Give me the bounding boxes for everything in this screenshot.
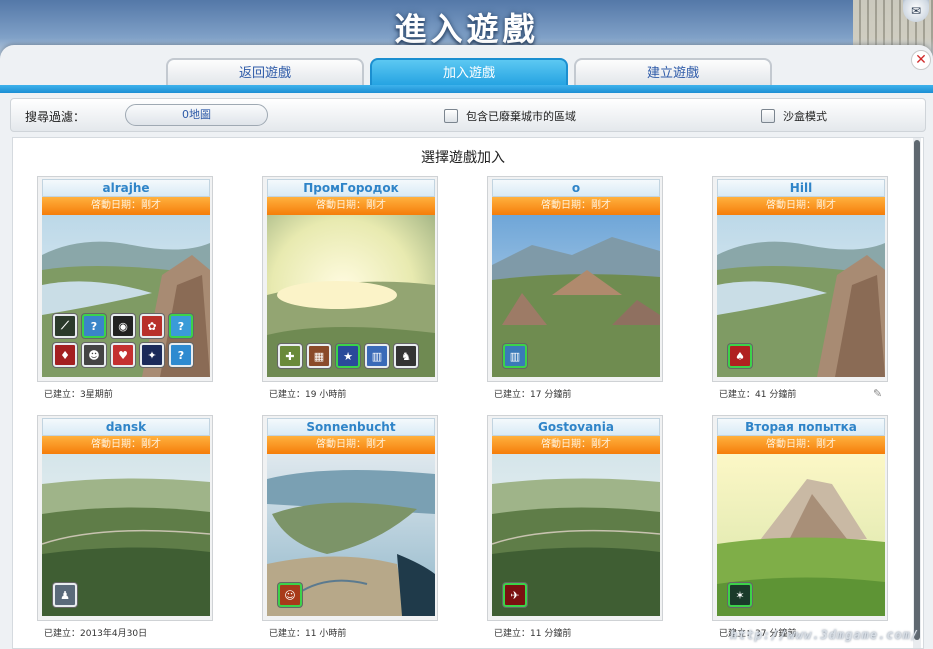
game-name: o xyxy=(492,179,660,197)
map-filter-button[interactable]: 0地圖 xyxy=(125,104,268,126)
tab-bar: 返回遊戲 加入遊戲 建立遊戲 xyxy=(166,58,772,88)
start-date: 啓動日期：剛才 xyxy=(717,197,885,215)
tab-create-game[interactable]: 建立遊戲 xyxy=(574,58,772,88)
page-title: 進入遊戲 xyxy=(394,10,539,48)
game-list: 選擇遊戲加入 alrajhe 啓動日期：剛才 ⟋? ◉ ✿? ♦ ☻ ♥ ✦? 已建立：3星期… xyxy=(12,137,924,649)
sandbox-label: 沙盒模式 xyxy=(783,110,827,123)
start-date: 啓動日期：剛才 xyxy=(42,436,210,454)
created-time: 已建立：2013年4月30日 xyxy=(44,629,148,639)
player-avatar-icon[interactable]: ? xyxy=(169,343,193,367)
player-avatar-icon[interactable]: ♦ xyxy=(53,343,77,367)
player-avatar-icon[interactable]: ✶ xyxy=(728,583,752,607)
player-avatars: ✈ xyxy=(503,583,527,607)
player-avatar-icon[interactable]: ▥ xyxy=(365,344,389,368)
wrench-icon[interactable]: ✎ xyxy=(873,387,882,400)
checkbox-box[interactable] xyxy=(444,109,458,123)
start-date: 啓動日期：剛才 xyxy=(267,436,435,454)
created-time: 已建立：11 小時前 xyxy=(269,629,347,639)
tab-join-game[interactable]: 加入遊戲 xyxy=(370,58,568,88)
include-abandoned-label: 包含已廢棄城市的區域 xyxy=(466,110,576,123)
player-avatar-icon[interactable]: ☻ xyxy=(82,343,106,367)
player-avatars: ▥ xyxy=(503,344,527,368)
game-name: Gostovania xyxy=(492,418,660,436)
scrollbar-thumb[interactable] xyxy=(914,140,920,640)
player-avatar-icon[interactable]: ▦ xyxy=(307,344,331,368)
tab-underline xyxy=(0,85,933,93)
game-name: ПромГородок xyxy=(267,179,435,197)
player-avatar-icon[interactable]: ▥ xyxy=(503,344,527,368)
checkbox-box[interactable] xyxy=(761,109,775,123)
tab-return-game[interactable]: 返回遊戲 xyxy=(166,58,364,88)
start-date: 啓動日期：剛才 xyxy=(267,197,435,215)
player-avatar-icon[interactable]: ✈ xyxy=(503,583,527,607)
player-avatar-icon[interactable]: ◉ xyxy=(111,314,135,338)
sandbox-checkbox[interactable]: 沙盒模式 xyxy=(761,108,827,124)
game-name: Hill xyxy=(717,179,885,197)
player-avatar-icon[interactable]: ☺ xyxy=(278,583,302,607)
player-avatars: ♠ xyxy=(728,344,752,368)
player-avatars: ☺ xyxy=(278,583,302,607)
game-name: dansk xyxy=(42,418,210,436)
player-avatar-icon[interactable]: ♞ xyxy=(394,344,418,368)
player-avatar-icon[interactable]: ? xyxy=(169,314,193,338)
start-date: 啓動日期：剛才 xyxy=(492,197,660,215)
game-name: Sonnenbucht xyxy=(267,418,435,436)
created-time: 已建立：17 分鐘前 xyxy=(494,390,572,400)
filter-label: 搜尋過濾： xyxy=(25,110,86,124)
created-time: 已建立：11 分鐘前 xyxy=(494,629,572,639)
player-avatar-icon[interactable]: ♠ xyxy=(728,344,752,368)
created-time: 已建立：41 分鐘前 xyxy=(719,390,797,400)
start-date: 啓動日期：剛才 xyxy=(492,436,660,454)
include-abandoned-checkbox[interactable]: 包含已廢棄城市的區域 xyxy=(444,108,576,124)
player-avatar-icon[interactable]: ★ xyxy=(336,344,360,368)
player-avatar-icon[interactable]: ✚ xyxy=(278,344,302,368)
start-date: 啓動日期：剛才 xyxy=(42,197,210,215)
player-avatars: ⟋? ◉ ✿? ♦ ☻ ♥ ✦? xyxy=(53,314,203,367)
close-button[interactable]: ✕ xyxy=(911,50,931,70)
content-title: 選擇遊戲加入 xyxy=(421,150,505,166)
game-name: alrajhe xyxy=(42,179,210,197)
player-avatar-icon[interactable]: ? xyxy=(82,314,106,338)
scrollbar[interactable] xyxy=(913,138,921,648)
player-avatar-icon[interactable]: ♥ xyxy=(111,343,135,367)
player-avatar-icon[interactable]: ✿ xyxy=(140,314,164,338)
player-avatars: ♟ xyxy=(53,583,77,607)
player-avatars: ✚ ▦ ★ ▥ ♞ xyxy=(278,344,418,368)
player-avatar-icon[interactable]: ✦ xyxy=(140,343,164,367)
start-date: 啓動日期：剛才 xyxy=(717,436,885,454)
watermark: http://www.3dmgame.com/ xyxy=(730,628,920,642)
player-avatars: ✶ xyxy=(728,583,752,607)
player-avatar-icon[interactable]: ♟ xyxy=(53,583,77,607)
filter-bar: 搜尋過濾： 0地圖 包含已廢棄城市的區域 沙盒模式 xyxy=(10,98,926,132)
main-panel: ✕ 返回遊戲 加入遊戲 建立遊戲 搜尋過濾： 0地圖 包含已廢棄城市的區域 沙盒… xyxy=(0,45,933,649)
created-time: 已建立：3星期前 xyxy=(44,390,113,400)
created-time: 已建立：19 小時前 xyxy=(269,390,347,400)
game-name: Вторая попытка xyxy=(717,418,885,436)
player-avatar-icon[interactable]: ⟋ xyxy=(53,314,77,338)
